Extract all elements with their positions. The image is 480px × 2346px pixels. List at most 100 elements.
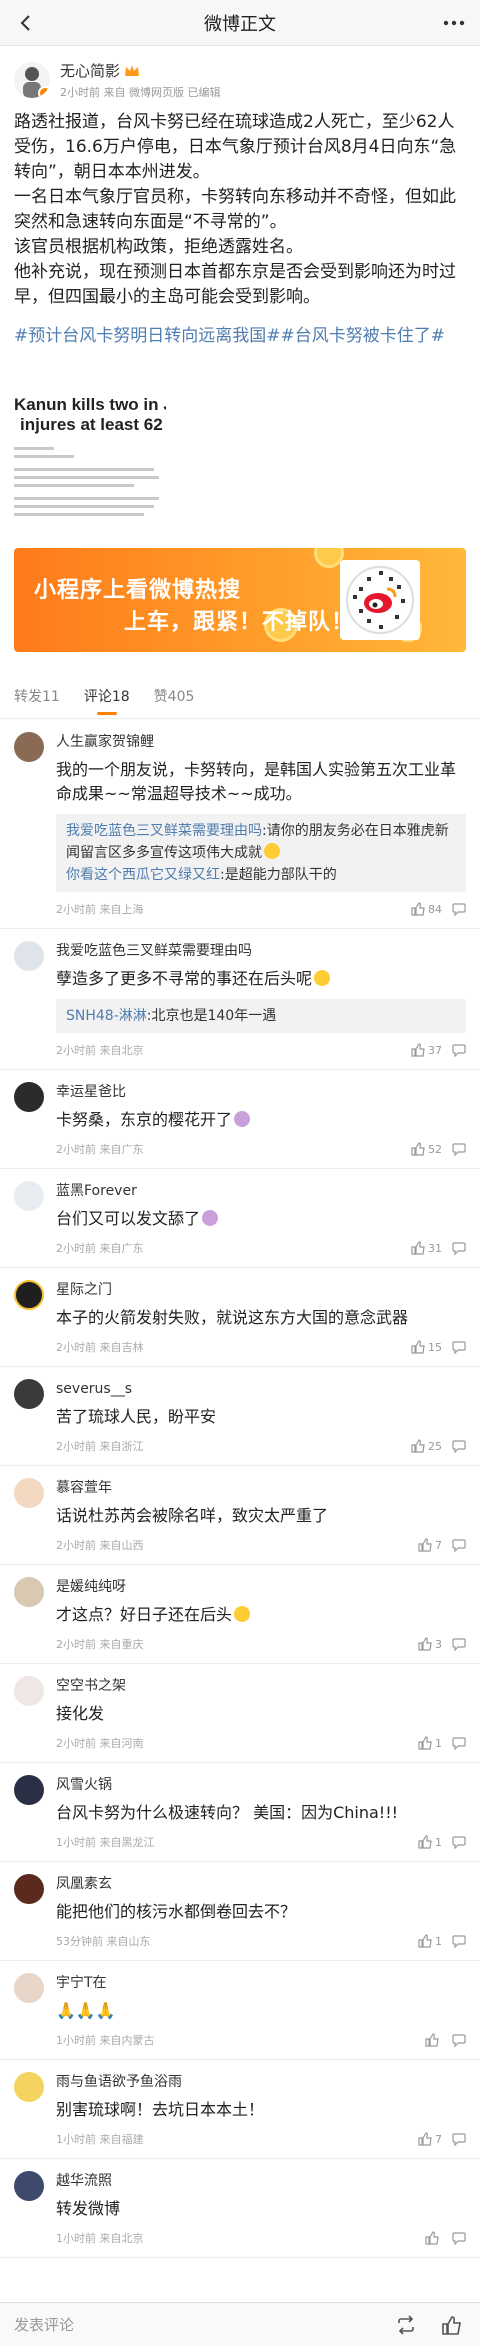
grinning-emoji-icon bbox=[264, 843, 280, 859]
commenter-avatar[interactable] bbox=[14, 1082, 44, 1112]
reply-bubble-icon[interactable] bbox=[452, 1934, 466, 1948]
reply-bubble-icon[interactable] bbox=[452, 1538, 466, 1552]
like-button[interactable]: 84 bbox=[411, 902, 442, 916]
like-button[interactable]: 7 bbox=[418, 1538, 442, 1552]
tab-likes[interactable]: 赞405 bbox=[154, 675, 195, 719]
like-button[interactable]: 37 bbox=[411, 1043, 442, 1057]
like-button[interactable]: 1 bbox=[418, 1934, 442, 1948]
post-hashtags[interactable]: #预计台风卡努明日转向远离我国##台风卡努被卡住了# bbox=[14, 324, 466, 349]
reply-bubble-icon[interactable] bbox=[452, 2231, 466, 2245]
like-button[interactable]: 25 bbox=[411, 1439, 442, 1453]
reply-bubble-icon[interactable] bbox=[452, 1637, 466, 1651]
comment-meta: 2小时前 来自重庆 bbox=[56, 1638, 144, 1651]
like-button[interactable]: 7 bbox=[418, 2132, 442, 2146]
reply-bubble-icon[interactable] bbox=[452, 1241, 466, 1255]
thumbs-up-icon bbox=[418, 1736, 432, 1750]
banner-line-2: 上车，跟紧！不掉队！ bbox=[124, 610, 355, 635]
like-button[interactable]: 31 bbox=[411, 1241, 442, 1255]
reply-text: :北京也是140年一遇 bbox=[146, 1008, 277, 1024]
commenter-name[interactable]: 蓝黑Forever bbox=[56, 1181, 466, 1201]
reply-bubble-icon[interactable] bbox=[452, 1835, 466, 1849]
commenter-name[interactable]: 我爱吃蓝色三叉鲜菜需要理由吗 bbox=[56, 941, 466, 961]
like-button[interactable]: 1 bbox=[418, 1736, 442, 1750]
reply-preview[interactable]: SNH48-淋淋:北京也是140年一遇 bbox=[56, 999, 466, 1033]
comment-item: 雨与鱼语欲予鱼浴雨 别害琉球啊！去坑日本本土！ 1小时前 来自福建 7 bbox=[0, 2060, 480, 2159]
commenter-name[interactable]: 宇宁T在 bbox=[56, 1973, 466, 1993]
tab-reposts[interactable]: 转发11 bbox=[14, 675, 60, 719]
thumbs-up-icon bbox=[418, 1637, 432, 1651]
image-text-line bbox=[14, 513, 144, 516]
author-avatar[interactable] bbox=[14, 62, 50, 98]
blossom-emoji-icon bbox=[234, 1111, 251, 1127]
image-text-line bbox=[14, 476, 159, 479]
commenter-name[interactable]: 慕容萱年 bbox=[56, 1478, 466, 1498]
comment-item: 是媛纯纯呀 才这点？好日子还在后头 2小时前 来自重庆 3 bbox=[0, 1565, 480, 1664]
commenter-avatar[interactable] bbox=[14, 1379, 44, 1409]
repost-button[interactable] bbox=[388, 2307, 424, 2343]
commenter-avatar[interactable] bbox=[14, 1973, 44, 2003]
more-button[interactable] bbox=[440, 9, 468, 37]
comment-input[interactable]: 发表评论 bbox=[14, 2314, 388, 2335]
reply-item: 你看这个西瓜它又绿又红:是超能力部队干的 bbox=[66, 864, 456, 886]
back-button[interactable] bbox=[12, 9, 40, 37]
commenter-avatar[interactable] bbox=[14, 2171, 44, 2201]
mini-program-banner[interactable]: 小程序上看微博热搜 上车，跟紧！不掉队！ bbox=[14, 548, 466, 652]
reply-bubble-icon[interactable] bbox=[452, 2132, 466, 2146]
commenter-name[interactable]: 凤凰素玄 bbox=[56, 1874, 466, 1894]
like-button[interactable] bbox=[425, 2231, 442, 2245]
like-button[interactable] bbox=[425, 2033, 442, 2047]
image-text-line bbox=[14, 468, 154, 471]
like-post-button[interactable] bbox=[434, 2307, 470, 2343]
commenter-avatar[interactable] bbox=[14, 1676, 44, 1706]
commenter-avatar[interactable] bbox=[14, 941, 44, 971]
reply-user[interactable]: SNH48-淋淋 bbox=[66, 1008, 147, 1024]
post-image[interactable]: Kanun kills two in Japa injures at least… bbox=[14, 395, 166, 525]
tab-comments[interactable]: 评论18 bbox=[84, 675, 130, 719]
reply-bubble-icon[interactable] bbox=[452, 1439, 466, 1453]
like-button[interactable]: 3 bbox=[418, 1637, 442, 1651]
commenter-avatar[interactable] bbox=[14, 1181, 44, 1211]
commenter-name[interactable]: 越华流照 bbox=[56, 2171, 466, 2191]
commenter-name[interactable]: 星际之门 bbox=[56, 1280, 466, 1300]
like-button[interactable]: 52 bbox=[411, 1142, 442, 1156]
like-count: 31 bbox=[428, 1241, 442, 1255]
commenter-avatar[interactable] bbox=[14, 1280, 44, 1310]
commenter-avatar[interactable] bbox=[14, 732, 44, 762]
reply-bubble-icon[interactable] bbox=[452, 2033, 466, 2047]
commenter-name[interactable]: 是媛纯纯呀 bbox=[56, 1577, 466, 1597]
reply-preview[interactable]: 我爱吃蓝色三叉鲜菜需要理由吗:请你的朋友务必在日本雅虎新闻留言区多多宣传这项伟大… bbox=[56, 814, 466, 892]
like-button[interactable]: 15 bbox=[411, 1340, 442, 1354]
commenter-avatar[interactable] bbox=[14, 2072, 44, 2102]
thumbs-up-icon bbox=[418, 1835, 432, 1849]
comment-meta: 53分钟前 来自山东 bbox=[56, 1935, 151, 1948]
reply-bubble-icon[interactable] bbox=[452, 902, 466, 916]
post-paragraph: 一名日本气象厅官员称，卡努转向东移动并不奇怪，但如此突然和急速转向东面是“不寻常… bbox=[14, 187, 456, 232]
commenter-name[interactable]: severus__s bbox=[56, 1379, 466, 1399]
comment-text: 卡努桑，东京的樱花开了 bbox=[56, 1110, 233, 1129]
reply-bubble-icon[interactable] bbox=[452, 1340, 466, 1354]
reply-bubble-icon[interactable] bbox=[452, 1736, 466, 1750]
commenter-name[interactable]: 空空书之架 bbox=[56, 1676, 466, 1696]
commenter-avatar[interactable] bbox=[14, 1874, 44, 1904]
reply-bubble-icon[interactable] bbox=[452, 1043, 466, 1057]
comment-text: 我的一个朋友说，卡努转向，是韩国人实验第五次工业革命成果~~常温超导技术~~成功… bbox=[56, 760, 457, 803]
weibo-post: 无心简影 2小时前 来自 微博网页版 已编辑 路透社报道，台风卡努已经在琉球造成… bbox=[0, 46, 480, 359]
reply-user[interactable]: 你看这个西瓜它又绿又红 bbox=[66, 867, 220, 883]
commenter-name[interactable]: 幸运星爸比 bbox=[56, 1082, 466, 1102]
comment-text: 孽造多了更多不寻常的事还在后头呢 bbox=[56, 969, 313, 988]
author-name[interactable]: 无心简影 bbox=[60, 60, 120, 81]
comment-text: 别害琉球啊！去坑日本本土！ bbox=[56, 2100, 265, 2119]
commenter-name[interactable]: 人生赢家贺锦鲤 bbox=[56, 732, 466, 752]
like-button[interactable]: 1 bbox=[418, 1835, 442, 1849]
commenter-avatar[interactable] bbox=[14, 1577, 44, 1607]
reply-bubble-icon[interactable] bbox=[452, 1142, 466, 1156]
thumbs-up-icon bbox=[418, 1538, 432, 1552]
commenter-avatar[interactable] bbox=[14, 1775, 44, 1805]
commenter-avatar[interactable] bbox=[14, 1478, 44, 1508]
reply-user[interactable]: 我爱吃蓝色三叉鲜菜需要理由吗 bbox=[66, 823, 262, 839]
post-body: 路透社报道，台风卡努已经在琉球造成2人死亡，至少62人受伤，16.6万户停电，日… bbox=[14, 110, 466, 310]
commenter-name[interactable]: 雨与鱼语欲予鱼浴雨 bbox=[56, 2072, 466, 2092]
commenter-name[interactable]: 风雪火锅 bbox=[56, 1775, 466, 1795]
image-text-line bbox=[14, 497, 159, 500]
thumbs-up-icon bbox=[425, 2033, 439, 2047]
